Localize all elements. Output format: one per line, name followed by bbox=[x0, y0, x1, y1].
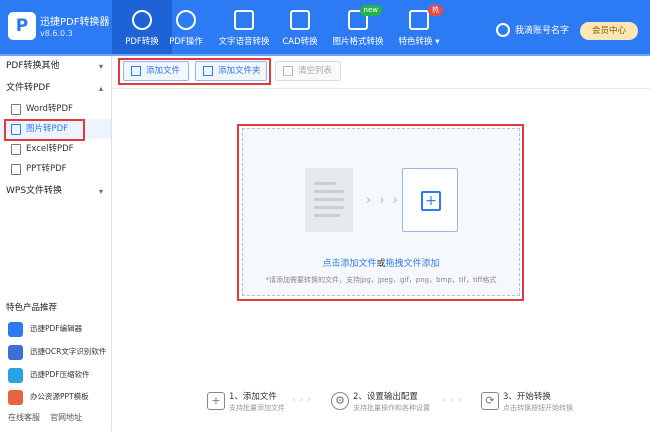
highlight-image-to-pdf bbox=[4, 119, 85, 141]
ocr-icon bbox=[8, 345, 23, 360]
step-subtitle: 支持批量添加文件 bbox=[229, 404, 285, 412]
products-title: 特色产品推荐 bbox=[6, 303, 58, 313]
step-title: 3、开始转换 bbox=[503, 392, 551, 402]
add-file-step-icon: + bbox=[207, 392, 225, 410]
toolbar-divider bbox=[113, 88, 650, 89]
product-label: 迅捷OCR文字识别软件 bbox=[30, 347, 107, 356]
sidebar-section-wps[interactable]: WPS文件转换 ▾ bbox=[0, 181, 111, 202]
sidebar-item-excel-to-pdf[interactable]: Excel转PDF bbox=[0, 139, 111, 159]
step-settings: ⚙ 2、设置输出配置 支持批量操作和各种设置 bbox=[331, 389, 441, 419]
drag-add-link[interactable]: 拖拽文件添加 bbox=[386, 259, 440, 269]
nav-pdf-operate[interactable]: PDF操作 bbox=[156, 0, 216, 54]
clear-icon bbox=[283, 66, 293, 76]
chevron-down-icon: ▾ bbox=[98, 187, 103, 196]
new-badge: new bbox=[359, 5, 382, 16]
step-title: 2、设置输出配置 bbox=[353, 392, 418, 402]
or-text: 或 bbox=[376, 259, 386, 269]
compress-icon bbox=[8, 368, 23, 383]
nav-text-voice-label: 文字语音转换 bbox=[218, 37, 270, 47]
product-label: 迅捷PDF压缩软件 bbox=[30, 370, 90, 379]
plus-icon: + bbox=[421, 191, 441, 211]
step-add-file: + 1、添加文件 支持批量添加文件 bbox=[207, 389, 307, 419]
top-bar: P 迅捷PDF转换器 v8.6.0.3 PDF转换 PDF操作 文字语音转换 C… bbox=[0, 0, 650, 56]
nav-text-voice[interactable]: 文字语音转换 bbox=[214, 0, 274, 54]
product-ocr[interactable]: 迅捷OCR文字识别软件 bbox=[8, 341, 112, 363]
step-subtitle: 支持批量操作和各种设置 bbox=[353, 404, 430, 412]
convert-icon: ⟳ bbox=[481, 392, 499, 410]
hot-badge: 热 bbox=[428, 5, 443, 16]
arrow-right-icon: › › › bbox=[366, 193, 400, 208]
chevron-up-icon: ▴ bbox=[98, 84, 103, 93]
nav-image-format[interactable]: 图片格式转换 new bbox=[328, 0, 388, 54]
ppt-template-icon bbox=[8, 390, 23, 405]
sidebar-item-label: Word转PDF bbox=[26, 104, 73, 114]
bottom-links: 在线客服 官网地址 bbox=[8, 412, 82, 423]
nav-image-format-label: 图片格式转换 bbox=[332, 37, 384, 47]
app-logo: P bbox=[8, 12, 36, 40]
section-label: 文件转PDF bbox=[6, 83, 51, 93]
sidebar-section-pdf-other[interactable]: PDF转换其他 ▾ bbox=[0, 56, 111, 77]
product-label: 办公资源PPT模板 bbox=[30, 392, 89, 401]
nav-pdf-operate-label: PDF操作 bbox=[169, 37, 203, 47]
nav-cad-label: CAD转换 bbox=[282, 37, 318, 47]
clear-list-label: 清空列表 bbox=[298, 66, 333, 76]
website-link[interactable]: 官网地址 bbox=[50, 413, 82, 422]
document-icon bbox=[305, 168, 353, 232]
nav-special-label: 特色转换 ▾ bbox=[398, 37, 440, 47]
clear-list-button[interactable]: 清空列表 bbox=[275, 61, 341, 81]
ppt-file-icon bbox=[11, 164, 21, 175]
step-title: 1、添加文件 bbox=[229, 392, 277, 402]
username[interactable]: 我滴账号名字 bbox=[515, 23, 569, 36]
step-arrow-icon: › › › bbox=[292, 395, 312, 404]
cad-icon bbox=[290, 10, 310, 30]
format-hint: *请添加需要转换的文件，支持jpg，jpeg，gif，png，bmp，tif，t… bbox=[265, 276, 497, 284]
audio-wave-icon bbox=[234, 10, 254, 30]
nav-cad[interactable]: CAD转换 bbox=[270, 0, 330, 54]
section-label: PDF转换其他 bbox=[6, 61, 60, 71]
app-version: v8.6.0.3 bbox=[40, 29, 73, 38]
special-icon bbox=[409, 10, 429, 30]
drop-instructions: 点击添加文件或拖拽文件添加 bbox=[242, 256, 520, 269]
sidebar-item-label: Excel转PDF bbox=[26, 144, 74, 154]
click-add-link[interactable]: 点击添加文件 bbox=[322, 259, 376, 269]
section-label: WPS文件转换 bbox=[6, 186, 63, 196]
app-name: 迅捷PDF转换器 bbox=[40, 17, 110, 28]
nav-special[interactable]: 特色转换 ▾ 热 bbox=[389, 0, 449, 54]
user-icon[interactable] bbox=[496, 23, 510, 37]
word-file-icon bbox=[11, 104, 21, 115]
vip-center-button[interactable]: 会员中心 bbox=[580, 22, 638, 40]
settings-gear-icon: ⚙ bbox=[331, 392, 349, 410]
sidebar-item-ppt-to-pdf[interactable]: PPT转PDF bbox=[0, 159, 111, 179]
step-arrow-icon: › › › bbox=[443, 395, 463, 404]
pdf-editor-icon bbox=[8, 322, 23, 337]
customer-service-link[interactable]: 在线客服 bbox=[8, 413, 40, 422]
highlight-toolbar bbox=[118, 58, 271, 85]
pdf-convert-icon bbox=[132, 10, 152, 30]
chevron-down-icon: ▾ bbox=[98, 62, 103, 71]
sidebar-item-word-to-pdf[interactable]: Word转PDF bbox=[0, 99, 111, 119]
add-file-box[interactable]: + bbox=[402, 168, 458, 232]
step-subtitle: 点击转换按钮开始转换 bbox=[503, 404, 573, 412]
step-convert: ⟳ 3、开始转换 点击转换按钮开始转换 bbox=[481, 389, 591, 419]
product-pdf-editor[interactable]: 迅捷PDF编辑器 bbox=[8, 318, 112, 340]
sidebar-item-label: PPT转PDF bbox=[26, 164, 67, 174]
pdf-operate-icon bbox=[176, 10, 196, 30]
product-label: 迅捷PDF编辑器 bbox=[30, 324, 83, 333]
sidebar-section-file-to-pdf[interactable]: 文件转PDF ▴ bbox=[0, 78, 111, 99]
product-compress[interactable]: 迅捷PDF压缩软件 bbox=[8, 364, 112, 386]
product-ppt-template[interactable]: 办公资源PPT模板 bbox=[8, 386, 112, 408]
excel-file-icon bbox=[11, 144, 21, 155]
